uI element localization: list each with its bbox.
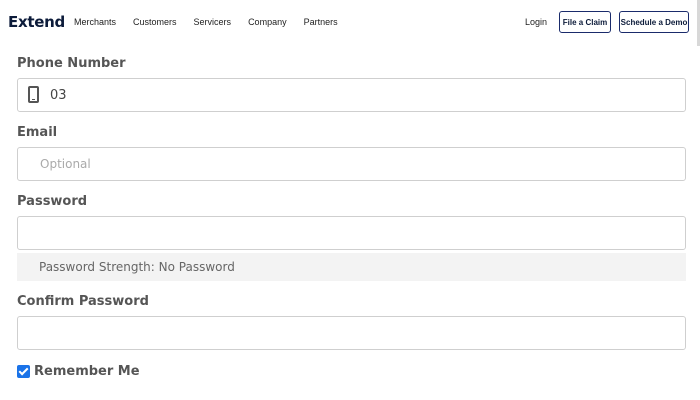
email-label: Email xyxy=(17,125,58,140)
email-placeholder: Optional xyxy=(40,157,91,171)
password-strength-text: Password Strength: No Password xyxy=(39,260,235,274)
password-strength-indicator: Password Strength: No Password xyxy=(17,253,686,281)
confirm-password-field[interactable] xyxy=(17,316,686,350)
nav-link-customers[interactable]: Customers xyxy=(133,17,177,27)
phone-number-label: Phone Number xyxy=(17,56,126,71)
phone-number-value: 03 xyxy=(50,88,67,103)
remember-me-label[interactable]: Remember Me xyxy=(34,364,140,379)
top-nav-bar: Extend Merchants Customers Servicers Com… xyxy=(0,0,700,46)
remember-me-checkbox[interactable] xyxy=(17,365,30,378)
extend-logo[interactable]: Extend xyxy=(8,13,65,31)
nav-link-company[interactable]: Company xyxy=(248,17,287,27)
login-link[interactable]: Login xyxy=(525,17,547,27)
nav-link-merchants[interactable]: Merchants xyxy=(74,17,116,27)
file-a-claim-button[interactable]: File a Claim xyxy=(559,11,611,33)
password-field[interactable] xyxy=(17,216,686,250)
confirm-password-label: Confirm Password xyxy=(17,294,149,309)
page: Extend Merchants Customers Servicers Com… xyxy=(0,0,700,400)
remember-me-row[interactable]: Remember Me xyxy=(17,364,140,379)
schedule-demo-button[interactable]: Schedule a Demo xyxy=(619,11,689,33)
main-nav: Merchants Customers Servicers Company Pa… xyxy=(74,17,355,27)
nav-link-partners[interactable]: Partners xyxy=(304,17,338,27)
nav-link-servicers[interactable]: Servicers xyxy=(194,17,232,27)
password-label: Password xyxy=(17,194,88,209)
email-field[interactable]: Optional xyxy=(17,147,686,181)
phone-number-field[interactable]: 03 xyxy=(17,78,686,112)
mobile-phone-icon xyxy=(28,86,39,103)
